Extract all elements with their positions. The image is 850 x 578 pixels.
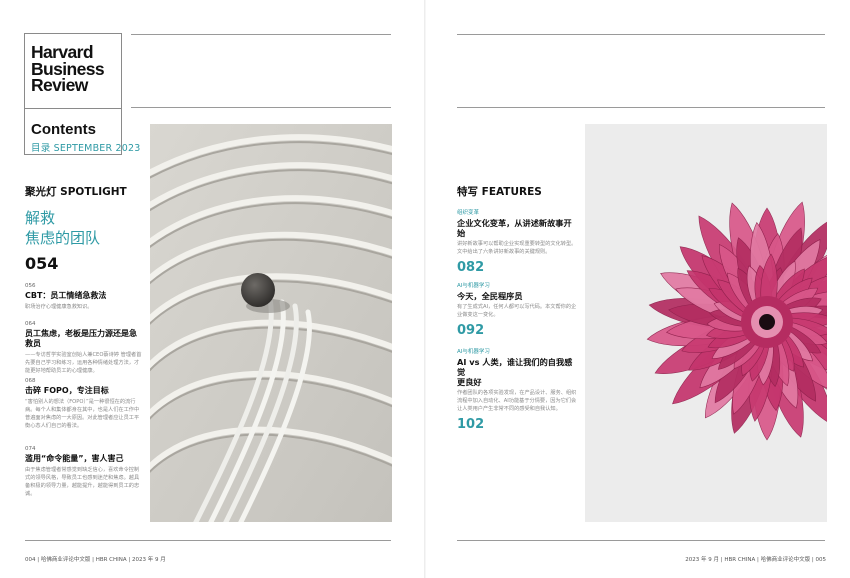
toc-entry[interactable]: 068 击碎 FOPO，专注目标 “害怕别人的想法（FOPO）”是一种很恒在的流… — [25, 378, 143, 430]
entry-summary: ——专访哲学实验室创始人兼CEO蔡诗婷 管理者首先要自己学习和练习，运用各种情绪… — [25, 352, 142, 374]
entry-title: 企业文化变革，从讲述新故事开始 — [457, 218, 572, 238]
toc-entry[interactable]: 组织变革 企业文化变革，从讲述新故事开始 讲好新故事可以帮助企业实现重要转型的文… — [457, 208, 577, 275]
entry-summary: “害怕别人的想法（FOPO）”是一种很恒在的流行病。每个人和集体都身在其中，也是… — [25, 399, 140, 429]
spotlight-label: 聚光灯 SPOTLIGHT — [25, 186, 127, 198]
toc-entry[interactable]: 056 CBT：员工情绪急救法 职场治疗心理健康急救知识。 — [25, 283, 143, 311]
entry-title: 今天，全民程序员 — [457, 291, 523, 301]
entry-page: 074 — [25, 446, 36, 452]
hbr-logo: Harvard Business Review — [31, 44, 105, 95]
toc-entry[interactable]: 074 滥用“命令能量”，害人害己 由于焦虑管理者常感觉到缺乏信心，喜欢命令控制… — [25, 446, 143, 498]
top-rule-right — [457, 34, 825, 35]
entry-summary: 职场治疗心理健康急救知识。 — [25, 304, 93, 310]
entry-summary: 讲好新故事可以帮助企业实现重要转型的文化转型。文中给出了六条讲好新故事的关键规则… — [457, 241, 577, 255]
spotlight-page-number: 054 — [25, 254, 59, 273]
bottom-rule-right — [457, 540, 825, 541]
entry-kicker: 组织变革 — [457, 210, 480, 216]
contents-title: Contents — [31, 121, 96, 138]
entry-title: 击碎 FOPO，专注目标 — [25, 386, 109, 395]
entry-title-line-1: AI vs 人类，谁让我们的自我感觉 — [457, 357, 573, 377]
entry-page-number: 092 — [457, 323, 485, 338]
entry-page-number: 082 — [457, 260, 485, 275]
toc-entry[interactable]: AI与机器学习 AI vs 人类，谁让我们的自我感觉 更良好 作者团队的各项实验… — [457, 347, 577, 432]
paper-flower-illustration — [585, 124, 827, 522]
spotlight-title-line-1: 解救 — [25, 209, 56, 227]
toc-entry[interactable]: AI与机器学习 今天，全民程序员 有了生成式AI，任何人都可以写代码。本文帮你的… — [457, 281, 577, 338]
page-gutter — [424, 0, 426, 578]
entry-page: 064 — [25, 321, 36, 327]
entry-title-line-2: 更良好 — [457, 377, 482, 387]
entry-title: 滥用“命令能量”，害人害己 — [25, 454, 124, 463]
bottom-rule-left — [25, 540, 391, 541]
zen-sand-photo — [150, 124, 392, 522]
entry-kicker: AI与机器学习 — [457, 349, 490, 355]
mid-rule-left — [131, 107, 391, 108]
mid-rule-right — [457, 107, 825, 108]
entry-summary: 作者团队的各项实验发现，在产品设计、服务、组织流程中加入自动化、AI功能基于分情… — [457, 390, 577, 412]
masthead-divider — [25, 108, 121, 109]
entry-page-number: 102 — [457, 417, 485, 432]
features-label: 特写 FEATURES — [457, 186, 542, 198]
magazine-spread: Harvard Business Review Contents 目录 SEPT… — [0, 0, 850, 578]
top-rule-left — [131, 34, 391, 35]
masthead-box: Harvard Business Review Contents 目录 SEPT… — [24, 33, 140, 155]
contents-date: 目录 SEPTEMBER 2023 — [31, 143, 141, 154]
zen-sand-illustration — [150, 124, 392, 522]
toc-entry[interactable]: 064 员工焦虑，老板是压力源还是急救员 ——专访哲学实验室创始人兼CEO蔡诗婷… — [25, 321, 143, 375]
entry-summary: 由于焦虑管理者常感觉到缺乏信心，喜欢命令控制式的领导风格，导致员工也感到迷茫和焦… — [25, 467, 140, 497]
flower-center — [759, 314, 775, 330]
entry-kicker: AI与机器学习 — [457, 283, 490, 289]
entry-summary: 有了生成式AI，任何人都可以写代码。本文帮你的企业做变这一变化。 — [457, 304, 577, 318]
spotlight-title-line-2: 焦虑的团队 — [25, 229, 101, 247]
footer-left: 004 | 哈佛商业评论中文版 | HBR CHINA | 2023 年 9 月 — [25, 557, 166, 563]
stone-shape — [241, 273, 275, 307]
entry-page: 068 — [25, 378, 36, 384]
entry-title: 员工焦虑，老板是压力源还是急救员 — [25, 329, 137, 348]
paper-flower-photo — [585, 124, 827, 522]
spotlight-feature-title: 解救 焦虑的团队 — [25, 208, 100, 248]
logo-line-3: Review — [31, 75, 88, 95]
entry-page: 056 — [25, 283, 36, 289]
footer-right: 2023 年 9 月 | HBR CHINA | 哈佛商业评论中文版 | 005 — [685, 557, 826, 563]
entry-title: CBT：员工情绪急救法 — [25, 291, 107, 300]
